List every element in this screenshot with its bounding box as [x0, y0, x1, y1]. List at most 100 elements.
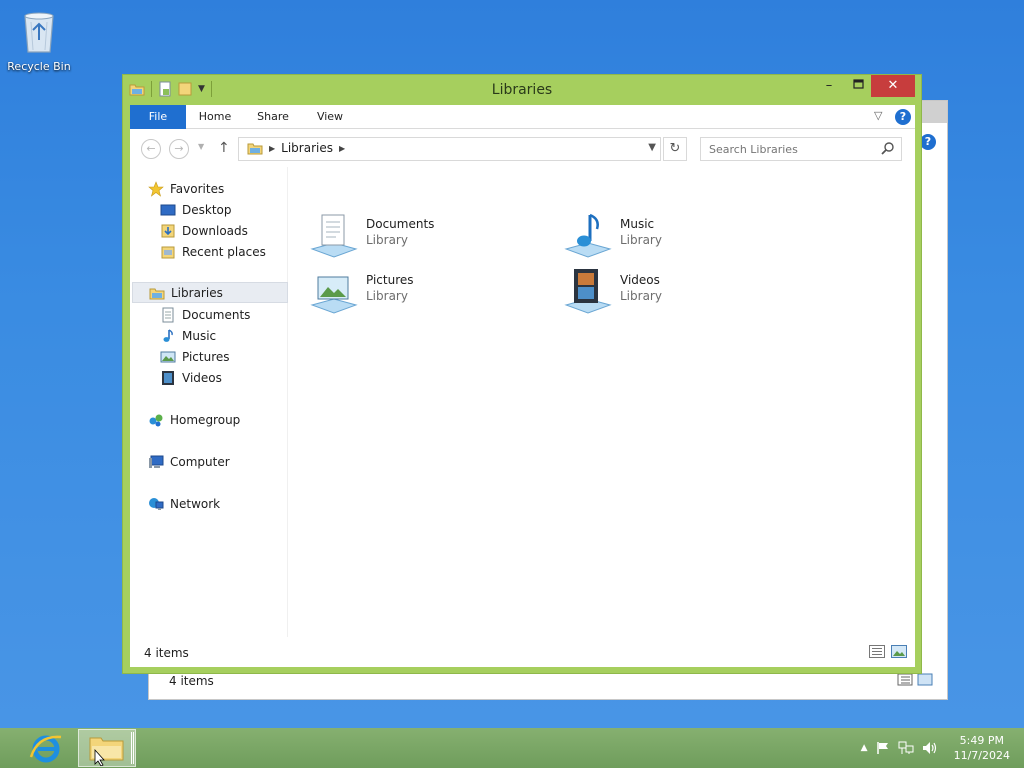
search-box[interactable]: [700, 137, 902, 161]
library-item-videos[interactable]: Videos Library: [562, 265, 792, 317]
network-icon: [149, 497, 164, 510]
title-bar[interactable]: ▼ Libraries – ✕: [123, 75, 921, 105]
documents-icon: [162, 307, 174, 322]
desktop-icon: [160, 204, 176, 215]
system-tray: ▲ 5:49 PM 11/7/2024: [861, 728, 1010, 768]
tab-file[interactable]: File: [130, 105, 186, 129]
tab-home[interactable]: Home: [194, 105, 236, 129]
tab-share[interactable]: Share: [250, 105, 296, 129]
nav-recent-places[interactable]: Recent places: [160, 241, 266, 262]
clock-time: 5:49 PM: [959, 734, 1004, 747]
search-input[interactable]: [701, 138, 877, 160]
network-status-icon[interactable]: [898, 741, 914, 755]
nav-favorites[interactable]: Favorites: [148, 178, 224, 199]
search-icon[interactable]: [881, 141, 895, 155]
nav-network-label: Network: [170, 496, 221, 511]
show-hidden-icons-icon[interactable]: ▲: [861, 743, 868, 753]
library-type: Library: [366, 233, 408, 247]
library-item-documents[interactable]: Documents Library: [308, 209, 538, 261]
nav-computer-label: Computer: [170, 454, 230, 469]
help-icon[interactable]: ?: [895, 109, 911, 125]
videos-icon: [162, 370, 174, 385]
nav-downloads[interactable]: Downloads: [160, 220, 248, 241]
nav-computer[interactable]: Computer: [148, 451, 230, 472]
maximize-icon: [852, 79, 864, 89]
clock-date: 11/7/2024: [953, 749, 1010, 762]
explorer-window[interactable]: ▼ Libraries – ✕ File Home Share View ▽ ?…: [122, 74, 922, 674]
library-name: Videos: [620, 273, 660, 287]
explorer-content: ← → ▼ ↑ ▶ Libraries ▶ ▼ ↻ Search Librari…: [130, 129, 915, 667]
expand-ribbon-icon[interactable]: ▽: [874, 109, 882, 122]
nav-libraries-label: Libraries: [171, 285, 223, 300]
nav-videos[interactable]: Videos: [160, 367, 222, 388]
volume-icon[interactable]: [922, 741, 938, 755]
library-item-music[interactable]: Music Library: [562, 209, 792, 261]
file-explorer-taskbar-button[interactable]: [78, 729, 136, 767]
nav-desktop[interactable]: Desktop: [160, 199, 232, 220]
nav-recent-places-label: Recent places: [182, 244, 266, 259]
recent-locations-dropdown-icon[interactable]: ▼: [198, 142, 204, 151]
maximize-button[interactable]: [844, 75, 872, 97]
nav-favorites-label: Favorites: [170, 181, 225, 196]
library-type: Library: [620, 289, 662, 303]
clock[interactable]: 5:49 PM 11/7/2024: [954, 733, 1010, 763]
window-title: Libraries: [491, 82, 553, 98]
ribbon-tabs: File Home Share View ▽ ?: [130, 105, 915, 129]
nav-downloads-label: Downloads: [182, 223, 248, 238]
nav-documents[interactable]: Documents: [160, 304, 250, 325]
details-view-icon[interactable]: [869, 645, 885, 658]
background-view-buttons[interactable]: [897, 673, 933, 690]
breadcrumb-libraries[interactable]: Libraries: [281, 141, 333, 155]
library-type: Library: [366, 289, 408, 303]
nav-desktop-label: Desktop: [182, 202, 232, 217]
libraries-icon: [149, 288, 165, 299]
minimize-button[interactable]: –: [815, 75, 843, 97]
back-button[interactable]: ←: [141, 139, 161, 159]
internet-explorer-icon: [29, 735, 62, 763]
file-list: Documents Library Music Library Pictures…: [302, 167, 902, 637]
breadcrumb-arrow-icon[interactable]: ▶: [339, 144, 345, 153]
star-icon: [148, 180, 164, 197]
background-window-titlebar[interactable]: [919, 101, 947, 123]
navigation-pane: Favorites Desktop Downloads Recent place…: [130, 167, 288, 637]
refresh-button[interactable]: ↻: [663, 137, 687, 161]
music-icon: [163, 328, 173, 342]
library-item-text: Music Library: [620, 209, 662, 247]
library-item-text: Documents Library: [366, 209, 434, 247]
address-bar[interactable]: ▶ Libraries ▶ ▼: [238, 137, 661, 161]
details-view-icon[interactable]: [897, 673, 933, 687]
tab-view[interactable]: View: [310, 105, 350, 129]
view-buttons: [869, 645, 907, 658]
forward-button[interactable]: →: [169, 139, 189, 159]
recycle-bin-icon: [24, 12, 54, 53]
library-item-text: Pictures Library: [366, 265, 414, 303]
library-name: Documents: [366, 217, 435, 231]
action-center-flag-icon[interactable]: [876, 741, 890, 755]
homegroup-icon: [149, 414, 163, 426]
nav-videos-label: Videos: [182, 370, 222, 385]
large-icons-view-icon[interactable]: [891, 645, 907, 658]
nav-network[interactable]: Network: [148, 493, 220, 514]
library-type: Library: [620, 233, 662, 247]
file-explorer-icon: [89, 732, 134, 767]
nav-pictures[interactable]: Pictures: [160, 346, 230, 367]
close-button[interactable]: ✕: [871, 75, 915, 97]
nav-libraries[interactable]: Libraries: [132, 282, 288, 303]
taskbar: ▲ 5:49 PM 11/7/2024: [0, 728, 1024, 768]
address-dropdown-icon[interactable]: ▼: [648, 142, 656, 153]
background-status-count: 4 items: [169, 674, 214, 688]
libraries-icon: [247, 143, 263, 155]
navigation-bar: ← → ▼ ↑ ▶ Libraries ▶ ▼ ↻: [130, 129, 915, 167]
background-help-icon[interactable]: ?: [920, 134, 936, 150]
library-item-text: Videos Library: [620, 265, 662, 303]
downloads-icon: [161, 224, 175, 237]
nav-homegroup[interactable]: Homegroup: [148, 409, 240, 430]
library-item-pictures[interactable]: Pictures Library: [308, 265, 538, 317]
recycle-bin[interactable]: Recycle Bin: [6, 6, 72, 73]
breadcrumb-arrow-icon[interactable]: ▶: [269, 144, 275, 153]
up-button[interactable]: ↑: [218, 140, 230, 156]
nav-documents-label: Documents: [182, 307, 251, 322]
internet-explorer-button[interactable]: [28, 731, 64, 765]
videos-library-icon: [564, 269, 612, 314]
nav-music[interactable]: Music: [160, 325, 216, 346]
